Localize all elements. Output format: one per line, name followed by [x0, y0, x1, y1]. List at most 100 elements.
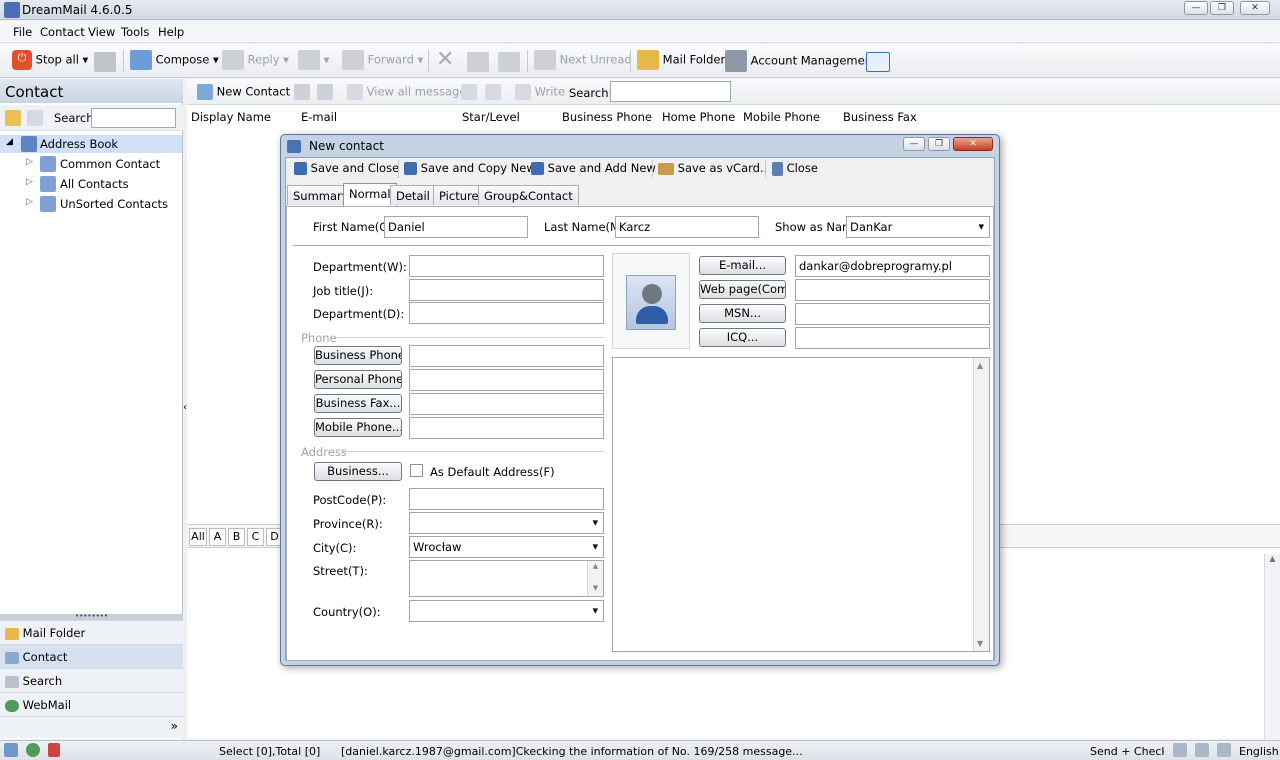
expand-icon[interactable]: ▷ — [26, 157, 33, 167]
contact-photo-frame[interactable] — [612, 253, 690, 349]
forward-button[interactable]: Forward ▾ — [342, 50, 423, 70]
last-name-field[interactable]: Karcz — [615, 216, 759, 238]
personal-phone-field[interactable] — [409, 369, 604, 391]
email-button[interactable]: E-mail... — [699, 256, 786, 275]
new-contact-button[interactable]: New Contact — [197, 84, 290, 100]
alpha-tab-b[interactable]: B — [228, 528, 245, 546]
tab-normal[interactable]: Normal — [343, 183, 397, 206]
dialog-minimize-icon[interactable]: — — [903, 137, 925, 151]
nav-more-icon[interactable]: » — [0, 716, 183, 738]
menu-view[interactable]: View — [88, 25, 115, 39]
layout-3-icon[interactable] — [1217, 743, 1231, 757]
mobile-phone-field[interactable] — [409, 417, 604, 439]
save-copy-new-button[interactable]: Save and Copy New — [404, 161, 536, 175]
web-page-field[interactable] — [795, 279, 990, 301]
business-phone-field[interactable] — [409, 345, 604, 367]
nav-mail-folder[interactable]: Mail Folder — [0, 620, 183, 644]
col-business-phone[interactable]: Business Phone — [562, 110, 652, 124]
business-fax-button[interactable]: Business Fax... — [314, 394, 402, 413]
email-field[interactable]: dankar@dobreprogramy.pl — [795, 255, 990, 277]
minimize-icon[interactable]: — — [1184, 1, 1208, 15]
dialog-maximize-icon[interactable]: ❐ — [928, 137, 950, 151]
close-icon[interactable]: ✕ — [1240, 1, 1270, 15]
mobile-phone-button[interactable]: Mobile Phone... — [314, 418, 402, 437]
contacts-search-input[interactable] — [610, 81, 731, 102]
street-field[interactable] — [409, 560, 604, 597]
nav-webmail[interactable]: WebMail — [0, 692, 183, 716]
postcode-field[interactable] — [409, 488, 604, 510]
col-email[interactable]: E-mail — [301, 110, 337, 124]
job-title-field[interactable] — [409, 279, 604, 301]
web-page-button[interactable]: Web page(Company) — [699, 280, 786, 299]
dialog-close-button[interactable]: Close — [772, 161, 818, 176]
personal-phone-button[interactable]: Personal Phone.. — [314, 370, 402, 389]
find-icon[interactable] — [27, 110, 43, 126]
city-select[interactable]: Wrocław — [409, 536, 604, 558]
tab-picture[interactable]: Picture — [433, 185, 485, 205]
alpha-tab-a[interactable]: A — [209, 528, 226, 546]
save-close-button[interactable]: Save and Close — [294, 161, 399, 175]
status-font-icon[interactable] — [48, 743, 60, 757]
collapse-icon[interactable]: ◢ — [6, 137, 13, 147]
country-select[interactable] — [409, 600, 604, 622]
preview-scrollbar[interactable]: ▲ — [1264, 554, 1280, 739]
col-business-fax[interactable]: Business Fax — [843, 110, 917, 124]
department-d-field[interactable] — [409, 302, 604, 324]
alpha-tab-c[interactable]: C — [247, 528, 264, 546]
account-management-button[interactable]: Account Management — [725, 50, 877, 72]
icq-button[interactable]: ICQ... — [699, 328, 786, 347]
send-check-button[interactable]: Send + Check.. — [1090, 745, 1164, 758]
tree-item-common-contact[interactable]: ▷ Common Contact — [0, 155, 182, 173]
alpha-tab-all[interactable]: All — [189, 528, 207, 546]
nav-contact[interactable]: Contact — [0, 644, 183, 668]
business-address-button[interactable]: Business... — [314, 462, 402, 481]
dialog-close-icon[interactable]: ✕ — [953, 137, 993, 151]
save-vcard-button[interactable]: Save as vCard.. — [658, 161, 767, 175]
save-add-new-button[interactable]: Save and Add New — [531, 161, 656, 175]
print-icon[interactable] — [467, 52, 489, 72]
export-icon[interactable] — [485, 84, 501, 100]
layout-2-icon[interactable] — [1195, 743, 1209, 757]
status-globe-icon[interactable] — [26, 743, 40, 757]
delete-contact-icon[interactable] — [317, 84, 333, 100]
street-scrollbar[interactable]: ▲ ▼ — [587, 561, 603, 596]
tab-group-contact[interactable]: Group&Contact — [478, 185, 579, 205]
write-button[interactable]: Write — [515, 84, 565, 100]
show-as-select[interactable]: DanKar — [846, 216, 990, 238]
msn-button[interactable]: MSN... — [699, 304, 786, 323]
msn-field[interactable] — [795, 303, 990, 325]
sidebar-search-input[interactable] — [91, 108, 176, 128]
send-receive-icon[interactable] — [94, 52, 116, 72]
notes-scrollbar[interactable]: ▲ ▼ — [973, 358, 989, 651]
address-book-icon[interactable] — [866, 52, 890, 72]
department-w-field[interactable] — [409, 255, 604, 277]
stop-all-button[interactable]: ⏻ Stop all ▾ — [12, 50, 88, 70]
layout-1-icon[interactable] — [1173, 743, 1187, 757]
menu-file[interactable]: File — [13, 25, 32, 39]
province-select[interactable] — [409, 512, 604, 534]
nav-search[interactable]: Search — [0, 668, 183, 692]
col-display-name[interactable]: Display Name — [191, 110, 271, 124]
next-unread-button[interactable]: Next Unread — [534, 50, 632, 70]
tab-detail[interactable]: Detail — [390, 185, 436, 205]
tree-item-all-contacts[interactable]: ▷ All Contacts — [0, 175, 182, 193]
delete-icon[interactable]: ✕ — [436, 49, 454, 71]
icq-field[interactable] — [795, 327, 990, 349]
menu-contact[interactable]: Contact — [40, 25, 85, 39]
view-all-messages-button[interactable]: View all messages — [347, 84, 472, 100]
col-mobile-phone[interactable]: Mobile Phone — [743, 110, 820, 124]
notes-field[interactable] — [612, 357, 990, 652]
col-home-phone[interactable]: Home Phone — [662, 110, 735, 124]
edit-contact-icon[interactable] — [294, 84, 310, 100]
business-fax-field[interactable] — [409, 393, 604, 415]
maximize-icon[interactable]: ❐ — [1210, 1, 1234, 15]
status-mail-icon[interactable] — [4, 743, 18, 757]
menu-help[interactable]: Help — [158, 25, 184, 39]
move-icon[interactable] — [498, 52, 520, 72]
mail-folder-button[interactable]: Mail Folder — [637, 50, 725, 70]
import-icon[interactable] — [461, 84, 477, 100]
col-star-level[interactable]: Star/Level — [462, 110, 520, 124]
compose-button[interactable]: Compose ▾ — [130, 50, 219, 70]
first-name-field[interactable]: Daniel — [384, 216, 528, 238]
reply-button[interactable]: Reply ▾ — [222, 50, 289, 70]
